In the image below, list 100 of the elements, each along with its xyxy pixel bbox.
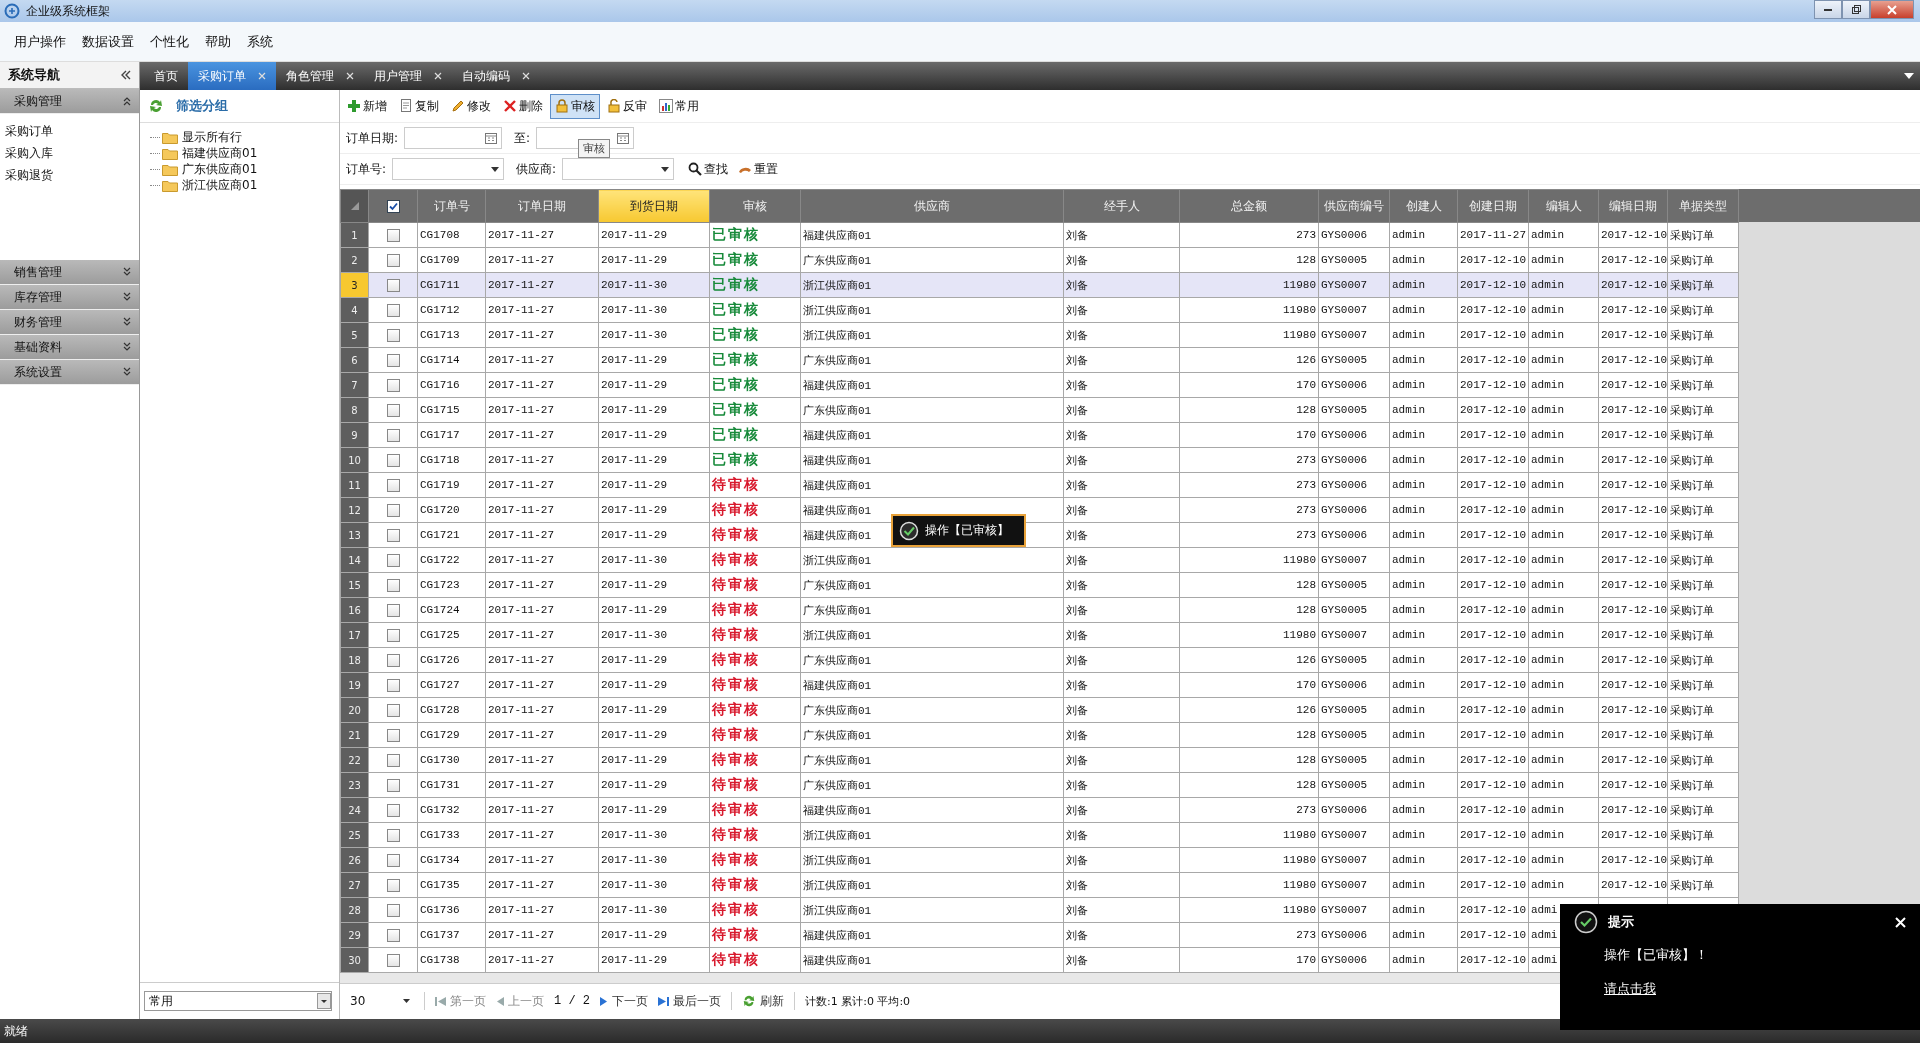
row-checkbox[interactable] <box>386 628 400 642</box>
accordion-header[interactable]: 系统设置 <box>0 360 139 385</box>
sidebar-item[interactable]: 采购订单 <box>0 120 139 142</box>
select-field[interactable] <box>562 158 675 180</box>
column-header[interactable]: 单据类型 <box>1667 189 1739 223</box>
menu-item[interactable]: 个性化 <box>144 32 195 51</box>
toolbar-button[interactable]: 常用 <box>654 93 704 119</box>
row-checkbox[interactable] <box>386 578 400 592</box>
row-checkbox[interactable] <box>386 253 400 267</box>
column-header[interactable]: 经手人 <box>1063 189 1180 223</box>
row-checkbox[interactable] <box>386 953 400 967</box>
column-header[interactable]: 订单号 <box>417 189 486 223</box>
tab[interactable]: 首页 <box>144 62 188 90</box>
row-checkbox[interactable] <box>386 853 400 867</box>
row-checkbox[interactable] <box>386 528 400 542</box>
row-checkbox[interactable] <box>386 328 400 342</box>
row-checkbox[interactable] <box>386 278 400 292</box>
column-header[interactable]: 总金额 <box>1179 189 1319 223</box>
menu-item[interactable]: 用户操作 <box>8 32 72 51</box>
row-checkbox[interactable] <box>386 703 400 717</box>
toolbar-button[interactable]: 删除 <box>498 93 548 119</box>
close-icon[interactable] <box>346 72 354 80</box>
minimize-button[interactable] <box>1814 0 1842 19</box>
page-size-select[interactable]: 30 <box>346 992 414 1010</box>
row-checkbox[interactable] <box>386 428 400 442</box>
refresh-button[interactable]: 刷新 <box>742 992 784 1010</box>
toolbar-button[interactable]: 新增 <box>342 93 392 119</box>
calendar-icon[interactable] <box>617 132 630 144</box>
close-button[interactable] <box>1870 0 1914 19</box>
refresh-icon[interactable] <box>148 98 164 114</box>
tree-item[interactable]: 广东供应商01 <box>180 160 258 178</box>
date-field[interactable] <box>404 127 503 149</box>
row-checkbox[interactable] <box>386 603 400 617</box>
row-checkbox[interactable] <box>386 903 400 917</box>
last-page-button[interactable]: 最后一页 <box>658 992 721 1010</box>
row-checkbox[interactable] <box>386 353 400 367</box>
view-select[interactable]: 常用 <box>144 991 332 1011</box>
sidebar-item[interactable]: 采购退货 <box>0 164 139 186</box>
accordion-header[interactable]: 库存管理 <box>0 285 139 310</box>
row-checkbox[interactable] <box>386 753 400 767</box>
close-icon[interactable] <box>434 72 442 80</box>
row-checkbox[interactable] <box>386 778 400 792</box>
table-cell: 11980 <box>1283 554 1316 566</box>
collapse-icon[interactable] <box>121 70 131 80</box>
tree-item[interactable]: 福建供应商01 <box>180 144 258 162</box>
column-header[interactable]: 创建人 <box>1389 189 1458 223</box>
column-header[interactable]: 订单日期 <box>485 189 599 223</box>
calendar-icon[interactable] <box>485 132 498 144</box>
row-checkbox[interactable] <box>386 478 400 492</box>
row-checkbox[interactable] <box>386 728 400 742</box>
row-checkbox[interactable] <box>386 653 400 667</box>
sidebar-item[interactable]: 采购入库 <box>0 142 139 164</box>
column-header[interactable]: 供应商 <box>800 189 1064 223</box>
tab[interactable]: 采购订单 <box>188 62 276 90</box>
column-header[interactable]: 创建日期 <box>1457 189 1529 223</box>
select-field[interactable] <box>392 158 505 180</box>
search-bar-button[interactable]: 重置 <box>736 158 781 180</box>
row-checkbox[interactable] <box>386 928 400 942</box>
menu-item[interactable]: 系统 <box>241 32 279 51</box>
row-checkbox[interactable] <box>386 403 400 417</box>
row-checkbox[interactable] <box>386 828 400 842</box>
column-header[interactable]: 审核 <box>709 189 801 223</box>
column-header[interactable]: 编辑人 <box>1528 189 1599 223</box>
menu-item[interactable]: 数据设置 <box>76 32 140 51</box>
row-checkbox[interactable] <box>386 228 400 242</box>
toolbar-button[interactable]: 审核 <box>550 93 600 119</box>
column-header[interactable]: 到货日期 <box>598 189 710 223</box>
toolbar-button[interactable]: 修改 <box>446 93 496 119</box>
column-header[interactable]: 编辑日期 <box>1598 189 1668 223</box>
accordion-header[interactable]: 基础资料 <box>0 335 139 360</box>
row-checkbox[interactable] <box>386 878 400 892</box>
toolbar-button[interactable]: 复制 <box>394 93 444 119</box>
tree-item[interactable]: 浙江供应商01 <box>180 176 258 194</box>
table-cell: CG1716 <box>420 379 460 391</box>
notification-link[interactable]: 请点击我 <box>1604 980 1656 998</box>
toolbar-button[interactable]: 反审 <box>602 93 652 119</box>
row-checkbox[interactable] <box>386 303 400 317</box>
accordion-header[interactable]: 销售管理 <box>0 260 139 285</box>
next-page-button[interactable]: 下一页 <box>600 992 648 1010</box>
menu-item[interactable]: 帮助 <box>199 32 237 51</box>
maximize-button[interactable] <box>1842 0 1870 19</box>
row-checkbox[interactable] <box>386 803 400 817</box>
previous-page-button[interactable]: 上一页 <box>496 992 544 1010</box>
row-checkbox[interactable] <box>386 453 400 467</box>
tab[interactable]: 自动编码 <box>452 62 540 90</box>
row-checkbox[interactable] <box>386 378 400 392</box>
tab[interactable]: 角色管理 <box>276 62 364 90</box>
tree-item[interactable]: 显示所有行 <box>180 128 242 146</box>
row-checkbox[interactable] <box>386 553 400 567</box>
row-checkbox[interactable] <box>386 503 400 517</box>
accordion-header[interactable]: 财务管理 <box>0 310 139 335</box>
close-icon[interactable] <box>522 72 530 80</box>
select-all-checkbox[interactable] <box>386 200 400 213</box>
dropdown-icon[interactable] <box>1904 73 1914 79</box>
search-bar-button[interactable]: 查找 <box>686 158 731 180</box>
row-checkbox[interactable] <box>386 678 400 692</box>
accordion-header[interactable]: 采购管理 <box>0 89 139 114</box>
column-header[interactable]: 供应商编号 <box>1318 189 1390 223</box>
first-page-button[interactable]: 第一页 <box>435 992 486 1010</box>
tab[interactable]: 用户管理 <box>364 62 452 90</box>
